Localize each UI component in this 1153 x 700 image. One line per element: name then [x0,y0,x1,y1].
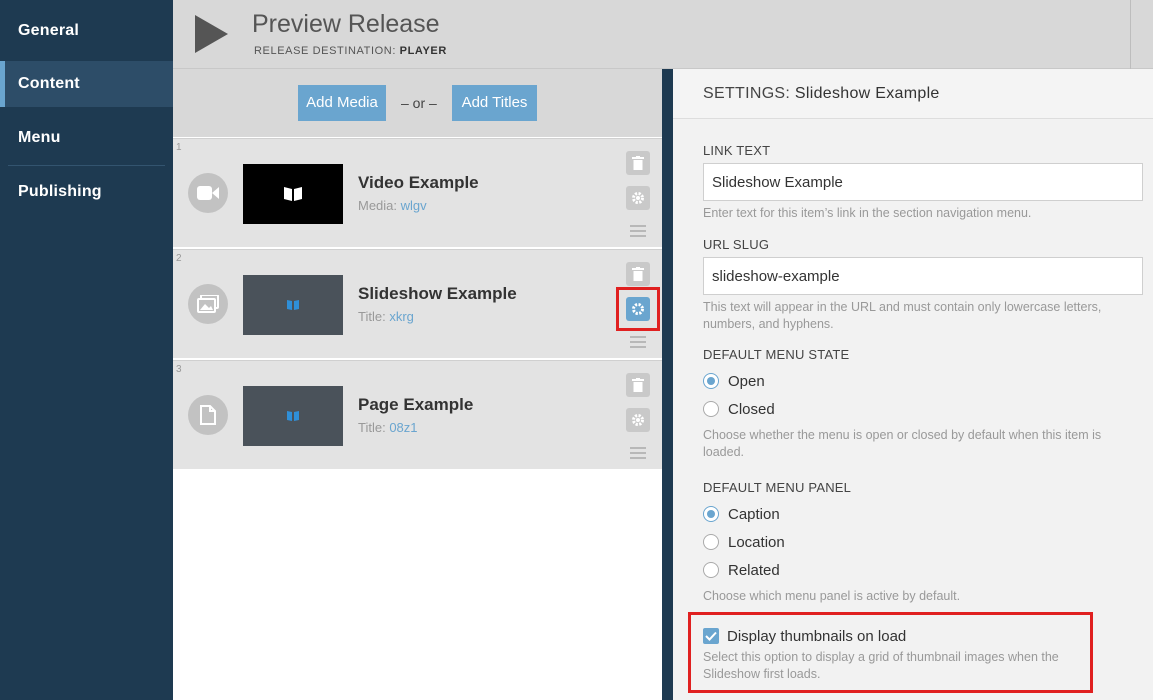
drag-handle-icon[interactable] [630,225,646,237]
url-slug-input[interactable] [703,257,1143,295]
settings-heading-prefix: SETTINGS: [703,85,791,102]
radio-unselected-icon[interactable] [703,534,719,550]
menu-state-label: DEFAULT MENU STATE [703,347,850,362]
video-camera-icon [188,173,228,213]
drag-handle-icon[interactable] [630,336,646,348]
menu-state-hint: Choose whether the menu is open or close… [703,428,1102,459]
content-item-video[interactable]: 1 Video Example Media: wlgv [173,138,662,247]
page-header: Preview Release RELEASE DESTINATION: PLA… [173,0,1153,69]
menu-panel-hint: Choose which menu panel is active by def… [703,589,961,603]
delete-button[interactable] [626,151,650,175]
link-text-hint: Enter text for this item’s link in the s… [703,206,1032,220]
book-logo-icon [284,187,302,201]
item-thumbnail [243,164,343,224]
display-thumbnails-checkbox[interactable]: Display thumbnails on load [703,626,906,646]
add-toolbar: Add Media – or – Add Titles [173,69,662,137]
gear-icon [632,414,644,426]
menu-panel-label: DEFAULT MENU PANEL [703,480,852,495]
radio-unselected-icon[interactable] [703,401,719,417]
sidebar-item-publishing[interactable]: Publishing [0,169,173,215]
header-divider [1130,0,1131,69]
thumbnails-hint: Select this option to display a grid of … [703,650,1059,681]
settings-button[interactable] [626,186,650,210]
item-title: Page Example [358,395,474,414]
delete-button[interactable] [626,262,650,286]
drag-handle-icon[interactable] [630,447,646,459]
checkbox-label: Display thumbnails on load [727,627,907,645]
item-thumbnail [243,275,343,335]
settings-header: SETTINGS: Slideshow Example [673,69,1153,119]
book-logo-icon [287,411,299,421]
radio-label: Location [728,533,785,551]
trash-icon [632,267,644,281]
gear-icon [632,303,644,315]
url-slug-label: URL SLUG [703,237,770,252]
item-thumbnail [243,386,343,446]
item-meta-label: Media: [358,198,398,213]
trash-icon [632,156,644,170]
sidebar: General Content Menu Publishing [0,0,173,700]
sidebar-item-content[interactable]: Content [0,61,173,107]
item-title: Video Example [358,173,479,192]
radio-selected-icon[interactable] [703,506,719,522]
link-text-label: LINK TEXT [703,143,771,158]
content-item-slideshow[interactable]: 2 Slideshow Example Title: xkrg [173,249,662,358]
book-logo-icon [287,300,299,310]
gear-icon [632,192,644,204]
sidebar-item-menu[interactable]: Menu [0,115,173,161]
item-number: 3 [176,364,182,375]
item-number: 1 [176,142,182,153]
radio-label: Open [728,372,765,390]
item-meta-link[interactable]: xkrg [389,309,414,324]
radio-label: Closed [728,400,775,418]
item-title: Slideshow Example [358,284,517,303]
menu-state-closed-radio[interactable]: Closed [703,399,775,419]
delete-button[interactable] [626,373,650,397]
item-meta-label: Title: [358,309,386,324]
settings-button[interactable] [626,297,650,321]
settings-heading-name: Slideshow Example [794,85,940,102]
release-destination: RELEASE DESTINATION: PLAYER [254,45,447,57]
add-titles-button[interactable]: Add Titles [452,85,537,121]
content-list: Add Media – or – Add Titles 1 Video Exam… [173,69,662,700]
url-slug-hint: This text will appear in the URL and mus… [703,300,1102,331]
item-meta-link[interactable]: wlgv [401,198,427,213]
item-number: 2 [176,253,182,264]
page-title: Preview Release [252,10,440,38]
radio-unselected-icon[interactable] [703,562,719,578]
radio-selected-icon[interactable] [703,373,719,389]
settings-heading: SETTINGS: Slideshow Example [703,85,940,103]
or-separator: – or – [401,95,437,111]
page-icon [188,395,228,435]
menu-state-open-radio[interactable]: Open [703,371,765,391]
add-media-button[interactable]: Add Media [298,85,386,121]
release-destination-value: PLAYER [399,45,447,57]
radio-label: Caption [728,505,780,523]
link-text-input[interactable] [703,163,1143,201]
checkmark-icon[interactable] [703,628,719,644]
radio-label: Related [728,561,780,579]
settings-panel: SETTINGS: Slideshow Example LINK TEXT En… [673,69,1153,700]
images-icon [188,284,228,324]
column-separator [662,69,673,700]
menu-panel-location-radio[interactable]: Location [703,532,785,552]
sidebar-divider [8,165,165,166]
menu-panel-caption-radio[interactable]: Caption [703,504,780,524]
settings-button[interactable] [626,408,650,432]
release-destination-label: RELEASE DESTINATION: [254,45,396,57]
trash-icon [632,378,644,392]
item-meta: Title: xkrg [358,309,414,324]
menu-panel-related-radio[interactable]: Related [703,560,780,580]
sidebar-item-general[interactable]: General [0,8,173,54]
content-item-page[interactable]: 3 Page Example Title: 08z1 [173,360,662,469]
play-icon[interactable] [192,14,232,54]
item-meta: Title: 08z1 [358,420,418,435]
item-meta: Media: wlgv [358,198,427,213]
item-meta-label: Title: [358,420,386,435]
item-meta-link[interactable]: 08z1 [389,420,417,435]
